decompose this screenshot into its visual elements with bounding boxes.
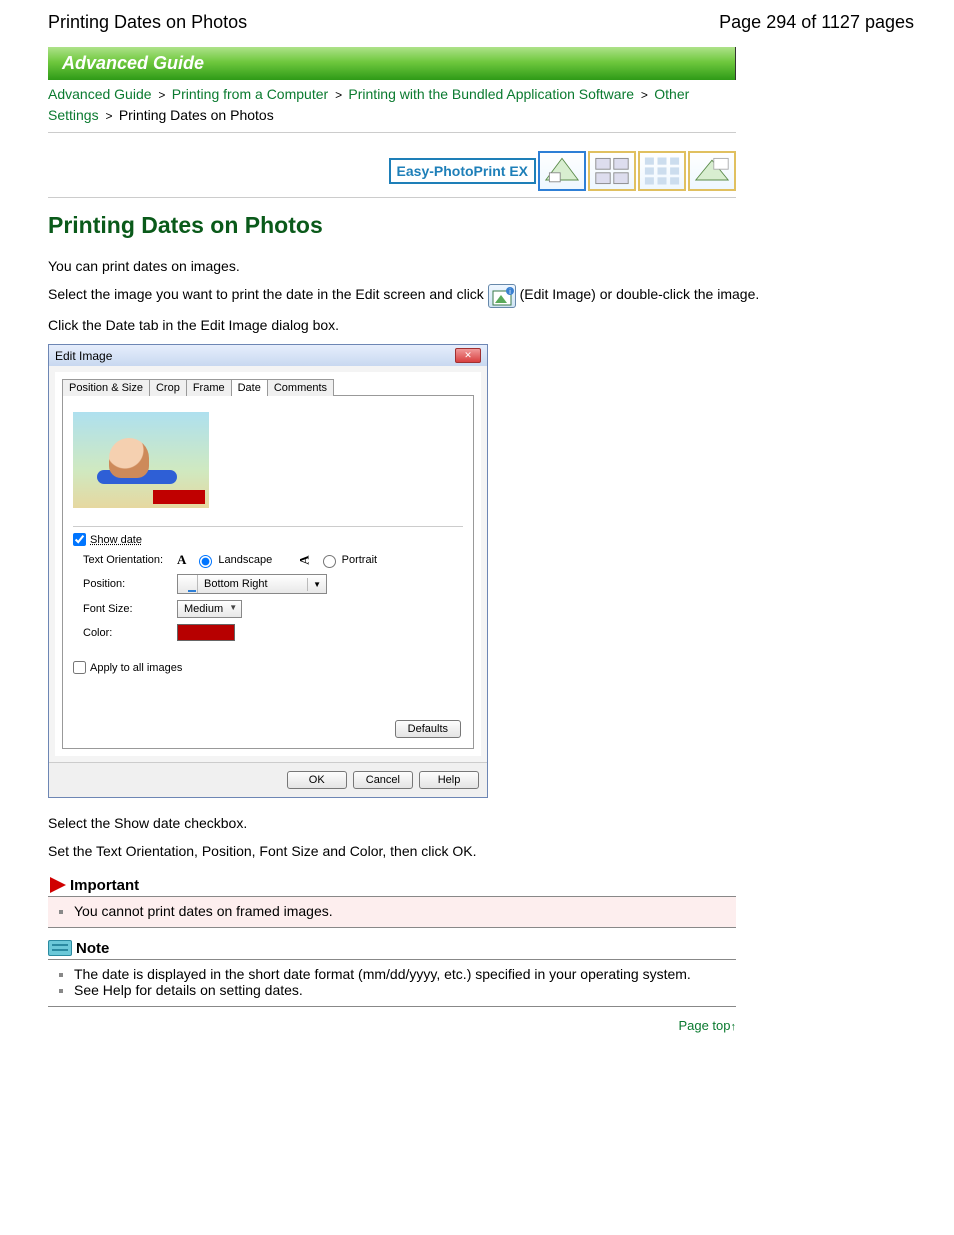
- easy-photoprint-label: Easy-PhotoPrint EX: [389, 158, 536, 184]
- note-item: See Help for details on setting dates.: [74, 982, 303, 998]
- intro-text: You can print dates on images.: [48, 255, 906, 277]
- position-dropdown[interactable]: Bottom Right ▼: [177, 574, 327, 594]
- advanced-guide-banner: Advanced Guide: [48, 47, 736, 80]
- breadcrumb: Advanced Guide > Printing from a Compute…: [48, 80, 736, 133]
- apply-all-checkbox[interactable]: Apply to all images: [73, 661, 463, 674]
- book-icon: [48, 940, 72, 956]
- page-top-link[interactable]: Page top↑: [678, 1018, 736, 1033]
- show-date-checkbox[interactable]: Show date: [73, 533, 463, 546]
- body-text: You can print dates on images. Select th…: [48, 255, 906, 336]
- important-heading: Important: [48, 877, 736, 897]
- breadcrumb-link[interactable]: Advanced Guide: [48, 86, 152, 102]
- click-tab-text: Click the Date tab in the Edit Image dia…: [48, 314, 906, 336]
- color-swatch[interactable]: [177, 624, 235, 641]
- tab-comments[interactable]: Comments: [267, 379, 334, 396]
- strip-thumb-icon[interactable]: [538, 151, 586, 191]
- note-body: The date is displayed in the short date …: [48, 960, 736, 1007]
- orientation-label: Text Orientation:: [83, 554, 169, 566]
- edit-image-button-icon[interactable]: i: [488, 284, 516, 308]
- tab-date[interactable]: Date: [231, 379, 268, 396]
- page-title: Printing Dates on Photos: [48, 212, 906, 239]
- ok-button[interactable]: OK: [287, 771, 347, 789]
- note-heading: Note: [48, 940, 736, 960]
- font-size-label: Font Size:: [83, 603, 169, 615]
- cancel-button[interactable]: Cancel: [353, 771, 413, 789]
- icon-strip: Easy-PhotoPrint EX: [48, 133, 736, 198]
- strip-thumb-icon[interactable]: [688, 151, 736, 191]
- chevron-down-icon: ▼: [307, 578, 326, 591]
- position-label: Position:: [83, 578, 169, 590]
- strip-thumb-icon[interactable]: [588, 151, 636, 191]
- tab-crop[interactable]: Crop: [149, 379, 187, 396]
- important-item: You cannot print dates on framed images.: [74, 903, 333, 919]
- orientation-landscape-radio[interactable]: Landscape: [194, 552, 272, 568]
- page-indicator: Page 294 of 1127 pages: [719, 12, 914, 33]
- orientation-portrait-radio[interactable]: Portrait: [318, 552, 377, 568]
- help-button[interactable]: Help: [419, 771, 479, 789]
- font-size-dropdown[interactable]: Medium: [177, 600, 242, 618]
- after-text-1: Select the Show date checkbox.: [48, 812, 906, 834]
- doc-title: Printing Dates on Photos: [48, 12, 247, 33]
- tab-position-size[interactable]: Position & Size: [62, 379, 150, 396]
- flag-icon: [50, 877, 66, 893]
- photo-preview: [73, 412, 209, 508]
- letter-a-rotated-icon: A: [297, 555, 313, 564]
- close-icon[interactable]: ✕: [455, 348, 481, 363]
- important-body: You cannot print dates on framed images.: [48, 897, 736, 928]
- tab-frame[interactable]: Frame: [186, 379, 232, 396]
- strip-thumb-icon[interactable]: [638, 151, 686, 191]
- breadcrumb-link[interactable]: Printing from a Computer: [172, 86, 328, 102]
- color-label: Color:: [83, 627, 169, 639]
- letter-a-icon: A: [177, 552, 186, 568]
- breadcrumb-current: Printing Dates on Photos: [119, 107, 274, 123]
- dialog-title: Edit Image: [55, 349, 112, 363]
- date-overlay: [153, 490, 205, 504]
- select-text: Select the image you want to print the d…: [48, 283, 906, 307]
- dialog-tabs: Position & Size Crop Frame Date Comments: [62, 379, 474, 396]
- breadcrumb-link[interactable]: Printing with the Bundled Application So…: [348, 86, 634, 102]
- defaults-button[interactable]: Defaults: [395, 720, 461, 738]
- note-item: The date is displayed in the short date …: [74, 966, 691, 982]
- up-arrow-icon: ↑: [731, 1021, 737, 1033]
- after-text-2: Set the Text Orientation, Position, Font…: [48, 840, 906, 862]
- edit-image-dialog: Edit Image ✕ Position & Size Crop Frame …: [48, 344, 488, 798]
